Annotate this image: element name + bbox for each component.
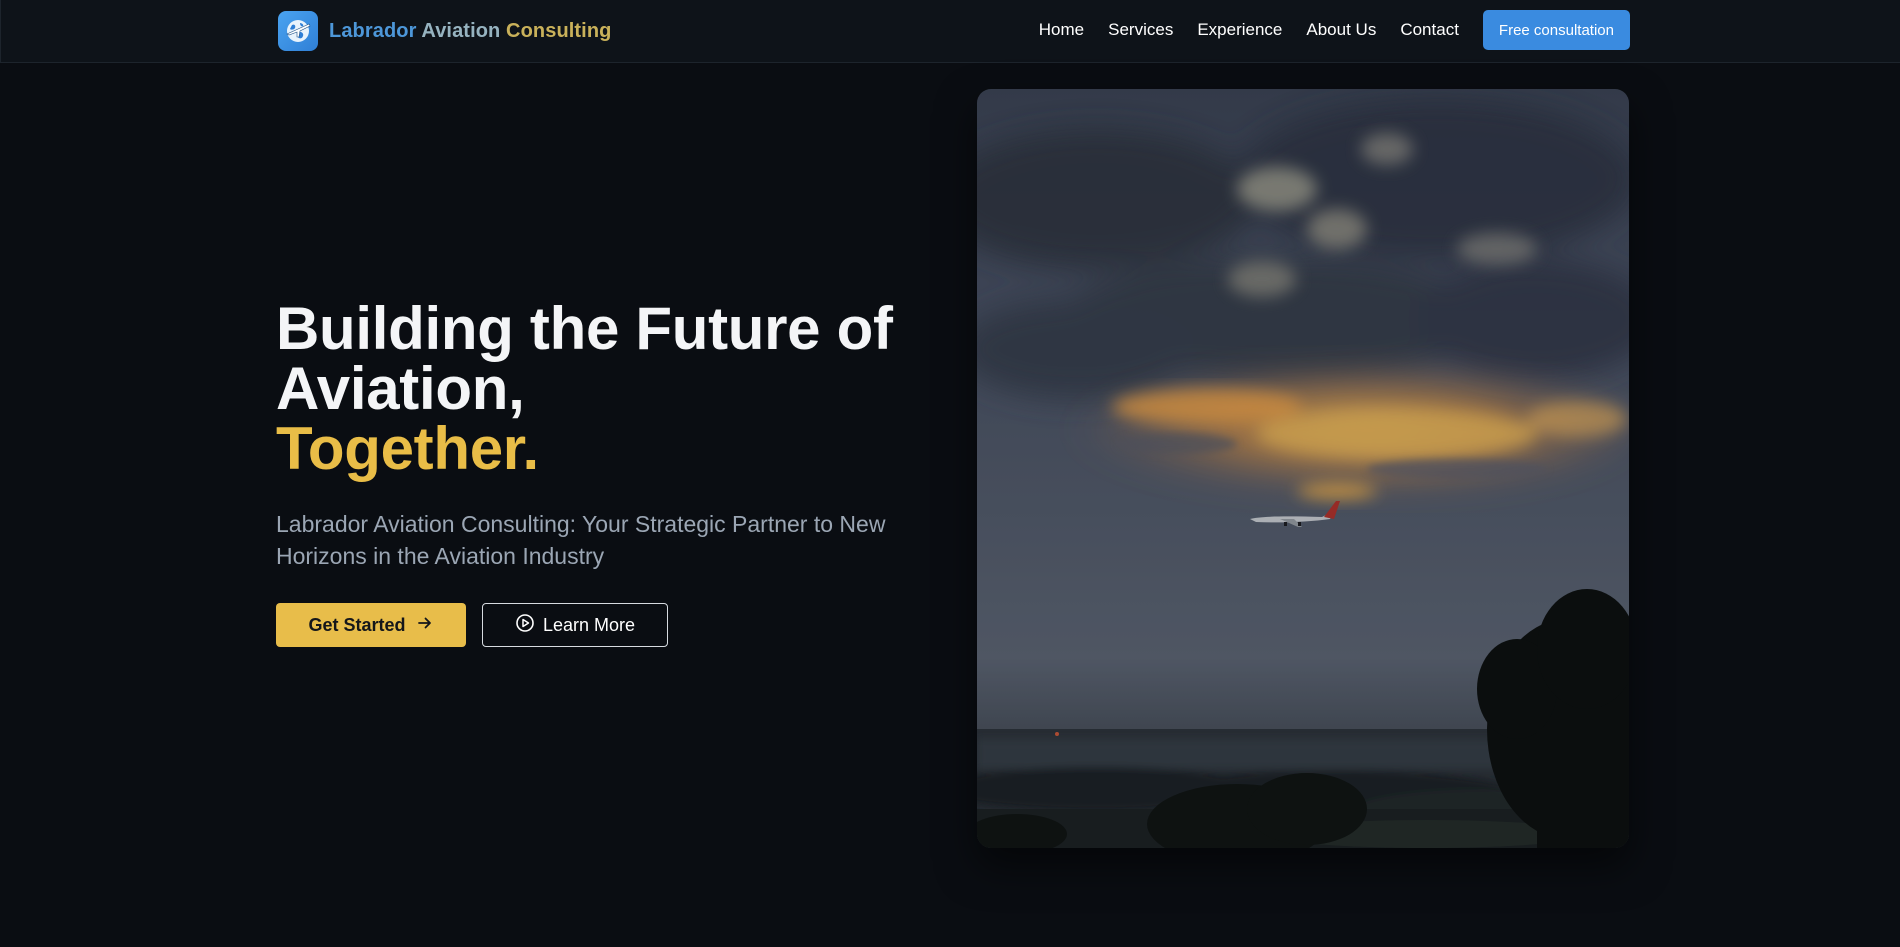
arrow-right-icon	[416, 614, 434, 637]
brand-word-2: Aviation	[421, 19, 501, 42]
hero-image	[977, 89, 1629, 848]
nav-experience[interactable]: Experience	[1197, 10, 1282, 50]
learn-more-label: Learn More	[542, 614, 636, 635]
main-nav: Home Services Experience About Us Contac…	[1039, 10, 1630, 50]
hero-buttons: Get Started Learn More	[276, 603, 668, 647]
get-started-button[interactable]: Get Started	[276, 603, 466, 647]
play-circle-icon	[515, 613, 535, 638]
brand-logo-link[interactable]: Labrador Aviation Consulting	[278, 11, 611, 51]
hero-title-accent: Together.	[276, 415, 539, 482]
brand-name: Labrador Aviation Consulting	[329, 20, 611, 43]
hero-title-main: Building the Future of Aviation,	[276, 295, 893, 422]
learn-more-button[interactable]: Learn More	[482, 603, 668, 647]
brand-word-3: Consulting	[506, 19, 612, 42]
brand-word-1: Labrador	[329, 19, 417, 42]
site-header: Labrador Aviation Consulting Home Servic…	[0, 0, 1900, 63]
nav-services[interactable]: Services	[1108, 10, 1173, 50]
globe-airplane-icon	[278, 11, 318, 51]
hero-title: Building the Future of Aviation, Togethe…	[276, 299, 956, 479]
nav-contact[interactable]: Contact	[1400, 10, 1459, 50]
get-started-label: Get Started	[308, 614, 406, 635]
nav-home[interactable]: Home	[1039, 10, 1084, 50]
free-consultation-button[interactable]: Free consultation	[1482, 10, 1630, 50]
nav-about-us[interactable]: About Us	[1306, 10, 1376, 50]
hero-subtitle: Labrador Aviation Consulting: Your Strat…	[276, 511, 886, 569]
